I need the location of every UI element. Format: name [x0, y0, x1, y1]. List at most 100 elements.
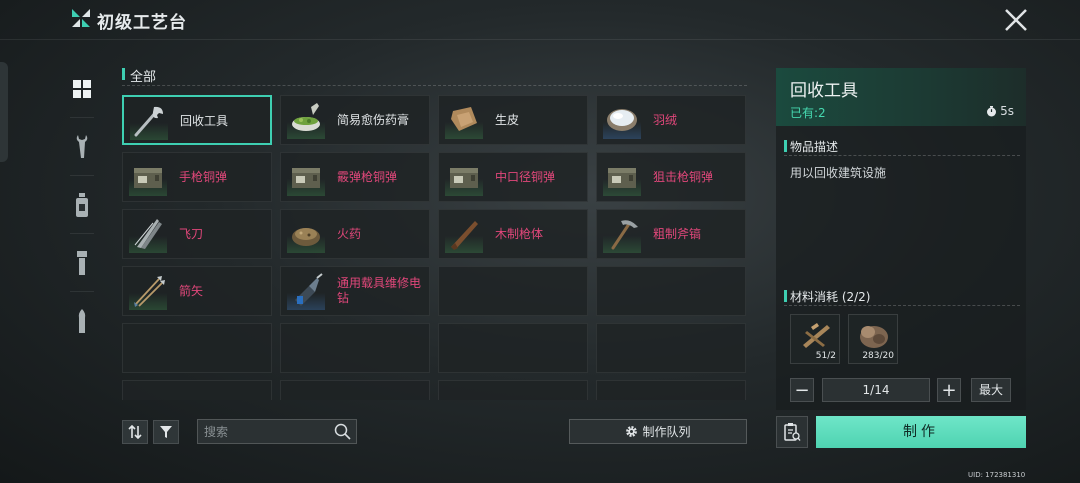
empty-slot[interactable] [122, 323, 272, 373]
recipe-name: 飞刀 [179, 226, 204, 241]
recipe-icon-frame [287, 272, 325, 310]
materials-header-label: 材料消耗 (2/2) [790, 290, 871, 304]
materials-accent-bar [784, 290, 787, 302]
recipe-icon-frame [603, 215, 641, 253]
recipe-card[interactable]: 回收工具 [122, 95, 272, 145]
recipe-book-button[interactable] [776, 416, 808, 448]
empty-slot[interactable] [438, 323, 588, 373]
recipe-grid: 回收工具 简易愈伤药膏 生皮 羽绒手枪铜弹 霰弹枪铜弹 中口径铜弹 狙击枪铜弹飞刀 火药 木制枪… [122, 95, 748, 400]
section-title: 全部 [130, 70, 157, 85]
recipe-card[interactable]: 通用载具维修电钻 [280, 266, 430, 316]
recipe-card[interactable]: 霰弹枪铜弹 [280, 152, 430, 202]
decrease-quantity-button[interactable]: − [790, 378, 814, 402]
filter-icon [160, 426, 172, 438]
category-ammo[interactable] [62, 292, 102, 350]
recipe-card[interactable]: 粗制斧镐 [596, 209, 746, 259]
filter-button[interactable] [153, 420, 179, 444]
recipe-card[interactable]: 狙击枪铜弹 [596, 152, 746, 202]
bullet-icon [78, 309, 86, 333]
craft-queue-label: 制作队列 [642, 425, 691, 439]
max-quantity-button[interactable]: 最大 [971, 378, 1011, 402]
flashlight-icon [77, 251, 87, 275]
empty-slot[interactable] [438, 266, 588, 316]
material-slot[interactable]: 283/20 [848, 314, 898, 364]
wrench-tool-icon [134, 106, 163, 137]
recipe-name: 火药 [337, 226, 362, 241]
description-header: 物品描述 [784, 138, 1020, 156]
material-count: 283/20 [862, 351, 894, 361]
recipe-icon-frame [445, 101, 483, 139]
sort-icon [128, 425, 142, 439]
recipe-icon-frame [603, 158, 641, 196]
section-header: 全部 [122, 66, 747, 86]
gunpowder-icon [292, 228, 320, 246]
wrench-icon [76, 135, 88, 158]
recipe-card[interactable]: 简易愈伤药膏 [280, 95, 430, 145]
materials-header: 材料消耗 (2/2) [784, 288, 1020, 306]
empty-slot[interactable] [280, 323, 430, 373]
recipe-name: 生皮 [495, 112, 520, 127]
detail-header: 回收工具 已有:2 5s [776, 68, 1026, 126]
top-bar: 初级工艺台 [0, 0, 1080, 40]
item-detail-panel: 回收工具 已有:2 5s 物品描述 用以回收建筑设施 材料消耗 (2/2) 51… [776, 68, 1026, 410]
craft-button[interactable]: 制作 [816, 416, 1026, 448]
description-header-label: 物品描述 [790, 140, 839, 154]
empty-slot[interactable] [596, 266, 746, 316]
clipboard-search-icon [784, 423, 801, 441]
recipe-name: 回收工具 [180, 113, 229, 128]
recipe-name: 中口径铜弹 [495, 169, 556, 184]
recipe-card[interactable]: 生皮 [438, 95, 588, 145]
owned-count: 已有:2 [790, 106, 826, 120]
side-drawer-handle[interactable] [0, 62, 8, 162]
quantity-field[interactable]: 1/14 [822, 378, 930, 402]
timer-icon [987, 105, 997, 116]
grid-icon [73, 80, 91, 98]
craft-time: 5s [986, 104, 1014, 118]
empty-slot[interactable] [280, 380, 430, 400]
recipe-card[interactable]: 手枪铜弹 [122, 152, 272, 202]
recipe-card[interactable]: 箭矢 [122, 266, 272, 316]
craft-queue-button[interactable]: 制作队列 [569, 419, 747, 444]
sort-button[interactable] [122, 420, 148, 444]
throwing-knife-icon [134, 219, 162, 249]
increase-quantity-button[interactable]: + [937, 378, 961, 402]
category-equipment[interactable] [62, 234, 102, 292]
empty-slot[interactable] [596, 380, 746, 400]
down-feather-icon [607, 109, 637, 131]
recipe-icon-frame [129, 272, 167, 310]
item-description: 用以回收建筑设施 [790, 166, 887, 180]
material-count: 51/2 [815, 351, 836, 361]
search-box [197, 419, 357, 444]
recipe-icon-frame [130, 102, 168, 140]
empty-slot[interactable] [438, 380, 588, 400]
search-icon[interactable] [334, 423, 351, 440]
recipe-card[interactable]: 木制枪体 [438, 209, 588, 259]
material-slot[interactable]: 51/2 [790, 314, 840, 364]
close-icon[interactable] [1001, 5, 1031, 35]
recipe-name: 手枪铜弹 [179, 169, 228, 184]
recipe-card[interactable]: 飞刀 [122, 209, 272, 259]
category-consumables[interactable] [62, 176, 102, 234]
recipe-icon-frame [603, 101, 641, 139]
recipe-card[interactable]: 羽绒 [596, 95, 746, 145]
category-tools[interactable] [62, 118, 102, 176]
hide-icon [451, 107, 477, 131]
recipe-card[interactable]: 火药 [280, 209, 430, 259]
empty-slot[interactable] [596, 323, 746, 373]
category-all[interactable] [62, 60, 102, 118]
recipe-name: 木制枪体 [495, 226, 544, 241]
recipe-name: 通用载具维修电钻 [337, 276, 422, 305]
page-title: 初级工艺台 [97, 13, 187, 33]
recipe-icon-frame [445, 158, 483, 196]
category-sidebar [62, 60, 102, 350]
stone-icon [860, 326, 888, 348]
wooden-stock-icon [451, 221, 478, 250]
empty-slot[interactable] [122, 380, 272, 400]
recipe-icon-frame [287, 158, 325, 196]
user-id: UID: 172381310 [968, 471, 1026, 479]
detail-title: 回收工具 [790, 81, 858, 101]
search-input[interactable] [204, 423, 330, 441]
recipe-name: 狙击枪铜弹 [653, 169, 714, 184]
mortar-icon [292, 103, 320, 131]
recipe-card[interactable]: 中口径铜弹 [438, 152, 588, 202]
